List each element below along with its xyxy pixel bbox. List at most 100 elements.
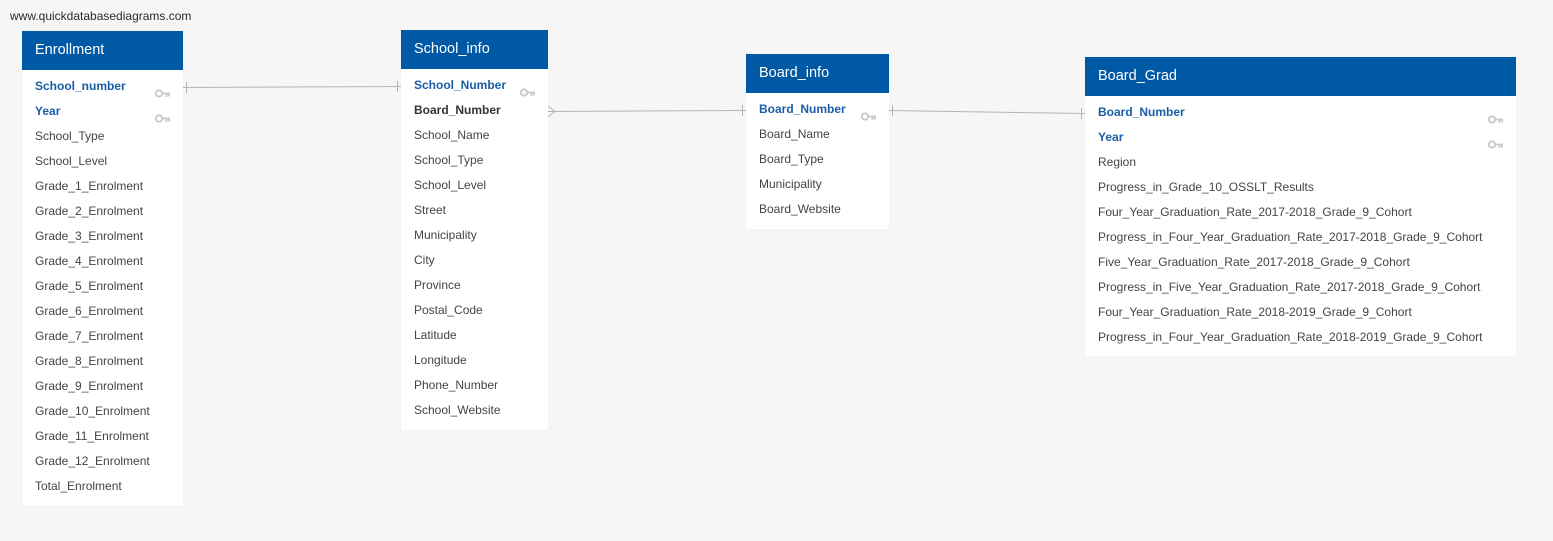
column-name: Postal_Code bbox=[414, 303, 483, 317]
column-name: Latitude bbox=[414, 328, 457, 342]
column-postal-code[interactable]: Postal_Code bbox=[401, 298, 548, 323]
column-name: Longitude bbox=[414, 353, 467, 367]
column-name: School_Number bbox=[414, 78, 507, 92]
table-board-grad[interactable]: Board_Grad Board_Number Year Region Progress… bbox=[1085, 57, 1516, 356]
column-progress-in-grade-10-osslt-results[interactable]: Progress_in_Grade_10_OSSLT_Results bbox=[1085, 175, 1516, 200]
school-info-table-title[interactable]: School_info bbox=[401, 30, 548, 69]
column-name: Progress_in_Four_Year_Graduation_Rate_20… bbox=[1098, 330, 1483, 344]
column-progress-in-four-year-graduation-rate-2018-2019-grade-9-cohort[interactable]: Progress_in_Four_Year_Graduation_Rate_20… bbox=[1085, 325, 1516, 350]
column-name: Grade_8_Enrolment bbox=[35, 354, 144, 368]
column-board-type[interactable]: Board_Type bbox=[746, 147, 889, 172]
column-year[interactable]: Year bbox=[1085, 125, 1516, 150]
column-grade-8-enrolment[interactable]: Grade_8_Enrolment bbox=[22, 349, 183, 374]
column-grade-6-enrolment[interactable]: Grade_6_Enrolment bbox=[22, 299, 183, 324]
column-name: Grade_1_Enrolment bbox=[35, 179, 144, 193]
key-icon bbox=[519, 81, 536, 97]
column-four-year-graduation-rate-2018-2019-grade-9-cohort[interactable]: Four_Year_Graduation_Rate_2018-2019_Grad… bbox=[1085, 300, 1516, 325]
column-grade-5-enrolment[interactable]: Grade_5_Enrolment bbox=[22, 274, 183, 299]
column-name: Board_Number bbox=[759, 102, 846, 116]
column-name: Progress_in_Grade_10_OSSLT_Results bbox=[1098, 180, 1314, 194]
relationship-line-board-info-board-grad[interactable] bbox=[888, 110, 1086, 114]
column-school-website[interactable]: School_Website bbox=[401, 398, 548, 423]
column-name: Four_Year_Graduation_Rate_2018-2019_Grad… bbox=[1098, 305, 1412, 319]
relationship-line-school-info-board-info[interactable] bbox=[547, 110, 747, 112]
column-name: School_Type bbox=[414, 153, 484, 167]
column-name: Progress_in_Four_Year_Graduation_Rate_20… bbox=[1098, 230, 1483, 244]
column-grade-9-enrolment[interactable]: Grade_9_Enrolment bbox=[22, 374, 183, 399]
column-board-number[interactable]: Board_Number bbox=[746, 97, 889, 122]
column-school-type[interactable]: School_Type bbox=[401, 148, 548, 173]
column-name: Grade_7_Enrolment bbox=[35, 329, 144, 343]
column-year[interactable]: Year bbox=[22, 99, 183, 124]
column-latitude[interactable]: Latitude bbox=[401, 323, 548, 348]
enrollment-table-title[interactable]: Enrollment bbox=[22, 31, 183, 70]
table-enrollment[interactable]: Enrollment School_number Year School_Type Sc… bbox=[22, 31, 183, 506]
column-grade-3-enrolment[interactable]: Grade_3_Enrolment bbox=[22, 224, 183, 249]
table-school-info[interactable]: School_info School_Number Board_Number Scho… bbox=[401, 30, 548, 430]
column-region[interactable]: Region bbox=[1085, 150, 1516, 175]
column-name: Municipality bbox=[414, 228, 477, 242]
column-school-number[interactable]: School_Number bbox=[401, 73, 548, 98]
column-school-level[interactable]: School_Level bbox=[22, 149, 183, 174]
board-grad-column-list: Board_Number Year Region Progress_in_Grade_… bbox=[1085, 96, 1516, 350]
table-board-info[interactable]: Board_info Board_Number Board_Name Board_Ty… bbox=[746, 54, 889, 229]
column-school-name[interactable]: School_Name bbox=[401, 123, 548, 148]
relationship-line-enrollment-school-info[interactable] bbox=[182, 86, 402, 88]
column-grade-10-enrolment[interactable]: Grade_10_Enrolment bbox=[22, 399, 183, 424]
column-name: Street bbox=[414, 203, 447, 217]
column-name: Total_Enrolment bbox=[35, 479, 122, 493]
column-progress-in-five-year-graduation-rate-2017-2018-grade-9-cohort[interactable]: Progress_in_Five_Year_Graduation_Rate_20… bbox=[1085, 275, 1516, 300]
column-board-number[interactable]: Board_Number bbox=[1085, 100, 1516, 125]
column-grade-2-enrolment[interactable]: Grade_2_Enrolment bbox=[22, 199, 183, 224]
column-name: Board_Number bbox=[1098, 105, 1185, 119]
column-grade-11-enrolment[interactable]: Grade_11_Enrolment bbox=[22, 424, 183, 449]
column-grade-1-enrolment[interactable]: Grade_1_Enrolment bbox=[22, 174, 183, 199]
column-board-website[interactable]: Board_Website bbox=[746, 197, 889, 222]
column-grade-7-enrolment[interactable]: Grade_7_Enrolment bbox=[22, 324, 183, 349]
column-four-year-graduation-rate-2017-2018-grade-9-cohort[interactable]: Four_Year_Graduation_Rate_2017-2018_Grad… bbox=[1085, 200, 1516, 225]
school-info-column-list: School_Number Board_Number School_Name Scho… bbox=[401, 69, 548, 423]
enrollment-column-list: School_number Year School_Type School_Level… bbox=[22, 70, 183, 499]
board-info-column-list: Board_Number Board_Name Board_Type Municipa… bbox=[746, 93, 889, 222]
column-board-name[interactable]: Board_Name bbox=[746, 122, 889, 147]
board-info-table-title[interactable]: Board_info bbox=[746, 54, 889, 93]
column-name: City bbox=[414, 253, 435, 267]
column-name: Year bbox=[1098, 130, 1124, 144]
key-icon bbox=[154, 82, 171, 98]
column-name: Progress_in_Five_Year_Graduation_Rate_20… bbox=[1098, 280, 1481, 294]
key-icon bbox=[154, 107, 171, 123]
column-name: Grade_6_Enrolment bbox=[35, 304, 144, 318]
column-street[interactable]: Street bbox=[401, 198, 548, 223]
column-grade-12-enrolment[interactable]: Grade_12_Enrolment bbox=[22, 449, 183, 474]
column-province[interactable]: Province bbox=[401, 273, 548, 298]
column-school-level[interactable]: School_Level bbox=[401, 173, 548, 198]
column-name: Grade_10_Enrolment bbox=[35, 404, 150, 418]
column-name: School_Name bbox=[414, 128, 490, 142]
column-name: Board_Type bbox=[759, 152, 824, 166]
column-name: Region bbox=[1098, 155, 1137, 169]
board-grad-table-title[interactable]: Board_Grad bbox=[1085, 57, 1516, 96]
column-name: School_Website bbox=[414, 403, 501, 417]
column-name: Board_Website bbox=[759, 202, 841, 216]
column-municipality[interactable]: Municipality bbox=[746, 172, 889, 197]
column-name: School_Level bbox=[35, 154, 108, 168]
column-name: Grade_9_Enrolment bbox=[35, 379, 144, 393]
column-name: Province bbox=[414, 278, 461, 292]
column-school-number[interactable]: School_number bbox=[22, 74, 183, 99]
column-total-enrolment[interactable]: Total_Enrolment bbox=[22, 474, 183, 499]
key-icon bbox=[1487, 108, 1504, 124]
column-city[interactable]: City bbox=[401, 248, 548, 273]
column-phone-number[interactable]: Phone_Number bbox=[401, 373, 548, 398]
column-five-year-graduation-rate-2017-2018-grade-9-cohort[interactable]: Five_Year_Graduation_Rate_2017-2018_Grad… bbox=[1085, 250, 1516, 275]
key-icon bbox=[1487, 133, 1504, 149]
column-name: Grade_4_Enrolment bbox=[35, 254, 144, 268]
column-name: Board_Name bbox=[759, 127, 830, 141]
column-school-type[interactable]: School_Type bbox=[22, 124, 183, 149]
column-grade-4-enrolment[interactable]: Grade_4_Enrolment bbox=[22, 249, 183, 274]
column-municipality[interactable]: Municipality bbox=[401, 223, 548, 248]
column-name: Year bbox=[35, 104, 61, 118]
column-progress-in-four-year-graduation-rate-2017-2018-grade-9-cohort[interactable]: Progress_in_Four_Year_Graduation_Rate_20… bbox=[1085, 225, 1516, 250]
column-name: Grade_11_Enrolment bbox=[35, 429, 149, 443]
column-board-number[interactable]: Board_Number bbox=[401, 98, 548, 123]
column-longitude[interactable]: Longitude bbox=[401, 348, 548, 373]
